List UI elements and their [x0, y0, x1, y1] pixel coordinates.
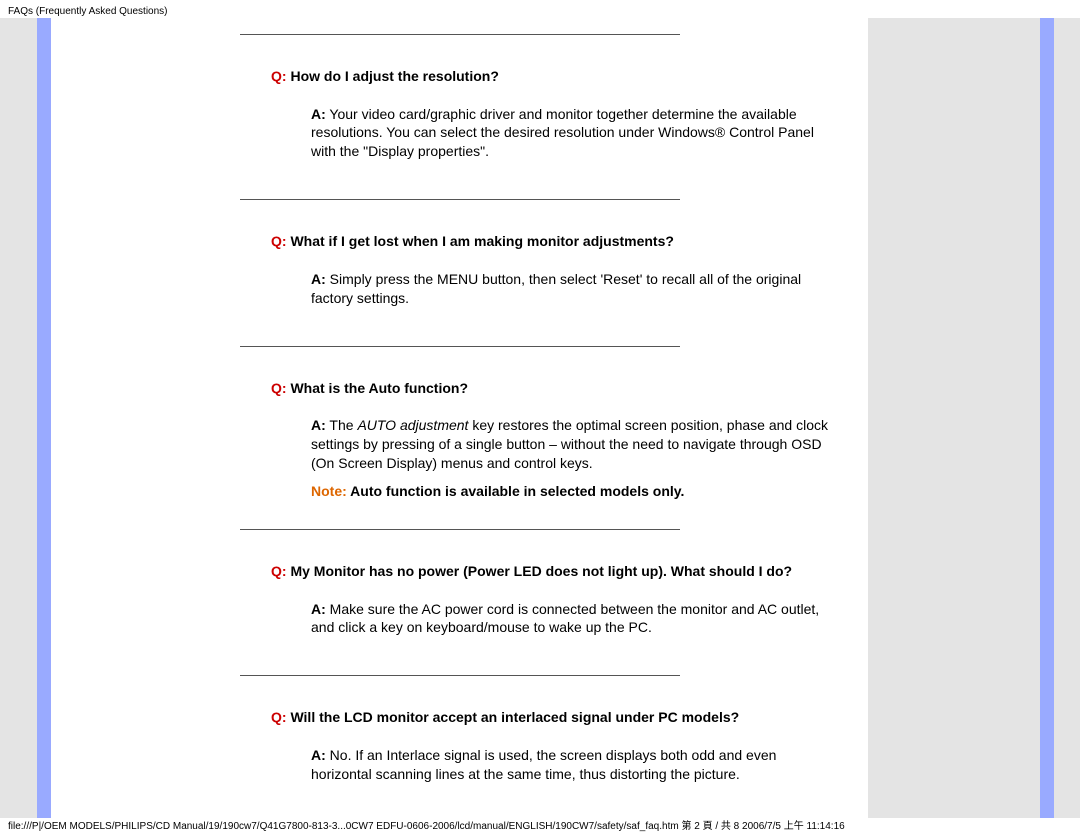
q-prefix: Q: [271, 709, 287, 725]
q-prefix: Q: [271, 68, 287, 84]
window-title: FAQs (Frequently Asked Questions) [8, 6, 168, 17]
q-prefix: Q: [271, 563, 287, 579]
divider [240, 199, 680, 200]
a-text: Simply press the MENU button, then selec… [311, 271, 801, 306]
q-text: How do I adjust the resolution? [287, 68, 499, 84]
faq-answer: A: Make sure the AC power cord is connec… [311, 600, 838, 638]
footer-path: file:///P|/OEM MODELS/PHILIPS/CD Manual/… [8, 817, 845, 832]
right-accent-bar [1040, 18, 1054, 818]
faq-answer: A: The AUTO adjustment key restores the … [311, 416, 838, 473]
note-prefix: Note: [311, 483, 347, 499]
a-text-pre: The [326, 417, 358, 433]
faq-answer: A: Your video card/graphic driver and mo… [311, 105, 838, 162]
faq-question: Q: My Monitor has no power (Power LED do… [271, 562, 848, 582]
faq-item: Q: What if I get lost when I am making m… [71, 232, 848, 307]
q-prefix: Q: [271, 380, 287, 396]
faq-question: Q: Will the LCD monitor accept an interl… [271, 708, 848, 728]
q-text: What if I get lost when I am making moni… [287, 233, 674, 249]
faq-question: Q: How do I adjust the resolution? [271, 67, 848, 87]
faq-question: Q: What is the Auto function? [271, 379, 848, 399]
a-text: No. If an Interlace signal is used, the … [311, 747, 776, 782]
a-text-italic: AUTO adjustment [357, 417, 468, 433]
q-prefix: Q: [271, 233, 287, 249]
content-panel: Q: How do I adjust the resolution? A: Yo… [51, 18, 868, 818]
faq-item: Q: Will the LCD monitor accept an interl… [71, 708, 848, 783]
a-prefix: A: [311, 106, 326, 122]
faq-item: Q: How do I adjust the resolution? A: Yo… [71, 67, 848, 161]
faq-answer: A: Simply press the MENU button, then se… [311, 270, 838, 308]
a-text: Your video card/graphic driver and monit… [311, 106, 814, 160]
faq-question: Q: What if I get lost when I am making m… [271, 232, 848, 252]
a-prefix: A: [311, 747, 326, 763]
divider [240, 34, 680, 35]
a-prefix: A: [311, 601, 326, 617]
page-background: Q: How do I adjust the resolution? A: Yo… [0, 18, 1080, 818]
q-text: Will the LCD monitor accept an interlace… [287, 709, 740, 725]
faq-answer: A: No. If an Interlace signal is used, t… [311, 746, 838, 784]
divider [240, 675, 680, 676]
a-text: Make sure the AC power cord is connected… [311, 601, 819, 636]
note-text: Auto function is available in selected m… [347, 483, 685, 499]
q-text: What is the Auto function? [287, 380, 468, 396]
left-accent-bar [37, 18, 51, 818]
a-prefix: A: [311, 271, 326, 287]
faq-note: Note: Auto function is available in sele… [311, 483, 838, 499]
a-prefix: A: [311, 417, 326, 433]
divider [240, 346, 680, 347]
divider [240, 529, 680, 530]
faq-item: Q: What is the Auto function? A: The AUT… [71, 379, 848, 499]
faq-item: Q: My Monitor has no power (Power LED do… [71, 562, 848, 637]
q-text: My Monitor has no power (Power LED does … [287, 563, 793, 579]
